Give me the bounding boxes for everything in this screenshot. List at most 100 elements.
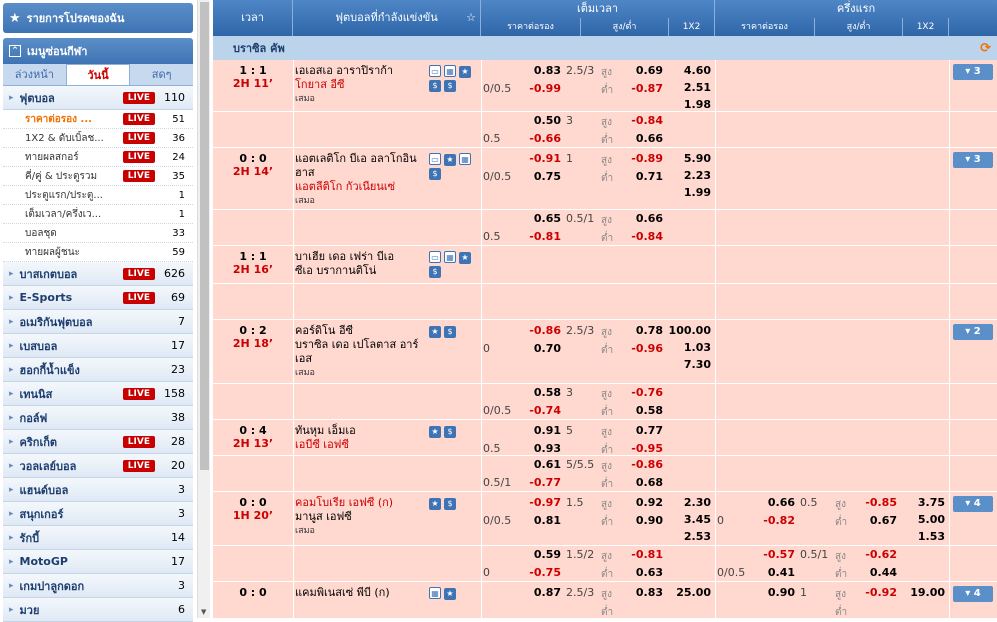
odds-1x2[interactable]: 2.30	[667, 496, 711, 509]
odds-away[interactable]: -0.74	[521, 404, 561, 417]
price-icon[interactable]: $	[429, 266, 441, 278]
sidebar-sport-item[interactable]: ▸ ฮอกกี้น้ำแข็ง 23	[3, 358, 193, 382]
sidebar-sport-item[interactable]: ▸ กอล์ฟ 38	[3, 406, 193, 430]
odds-home[interactable]: 0.58	[521, 386, 561, 399]
sidebar-sport-item[interactable]: ▸ มวย 6	[3, 598, 193, 622]
sidebar-sport-item[interactable]: ▸ แฮนด์บอล 3	[3, 478, 193, 502]
away-team[interactable]: มานูส เอฟซี	[295, 510, 435, 524]
sidebar-market-item[interactable]: ทายผลสกอร์ LIVE 24	[3, 148, 193, 167]
stats-icon[interactable]: ▦	[444, 251, 456, 263]
favorites-header[interactable]: ★ รายการโปรดของฉัน	[3, 3, 193, 33]
home-team[interactable]: ทันหุม เอ็มเอ	[295, 424, 435, 438]
sidebar-market-item[interactable]: ราคาต่อรอง ... LIVE 51	[3, 110, 193, 129]
odds-home[interactable]: 0.90	[755, 586, 795, 599]
odds-home[interactable]: 0.87	[521, 586, 561, 599]
odds-home[interactable]: 0.91	[521, 424, 561, 437]
odds-1x2[interactable]: 2.51	[667, 81, 711, 94]
odds-home[interactable]: -0.86	[521, 324, 561, 337]
odds-over[interactable]: 0.78	[621, 324, 663, 337]
odds-home[interactable]: 0.65	[521, 212, 561, 225]
odds-over[interactable]: -0.81	[621, 548, 663, 561]
home-team[interactable]: เอเอสเอ อาราปิราก้า	[295, 64, 435, 78]
odds-over[interactable]: -0.76	[621, 386, 663, 399]
sidebar-sport-item[interactable]: ▸ ฟุตบอล LIVE 110	[3, 86, 193, 110]
odds-over[interactable]: 0.66	[621, 212, 663, 225]
odds-away[interactable]: -0.82	[755, 514, 795, 527]
price-icon[interactable]: $	[444, 80, 456, 92]
sidebar-sport-item[interactable]: ▸ คริกเก็ต LIVE 28	[3, 430, 193, 454]
price-icon[interactable]: $	[429, 168, 441, 180]
odds-away[interactable]: -0.75	[521, 566, 561, 579]
odds-over[interactable]: 0.69	[621, 64, 663, 77]
sports-menu-header[interactable]: ⌃ เมนูซ่อนกีฬา	[3, 38, 193, 64]
odds-away[interactable]: 0.70	[521, 342, 561, 355]
odds-away[interactable]: 0.81	[521, 514, 561, 527]
sidebar-sport-item[interactable]: ▸ อเมริกันฟุตบอล 7	[3, 310, 193, 334]
favorite-star-icon[interactable]: ★	[459, 252, 471, 264]
sidebar-market-item[interactable]: คี่/คู่ & ประตูรวม LIVE 35	[3, 167, 193, 186]
odds-over[interactable]: 0.83	[621, 586, 663, 599]
favorite-star-icon[interactable]: ★	[459, 66, 471, 78]
sidebar-market-item[interactable]: ประตูแรก/ประตู... 1	[3, 186, 193, 205]
home-team[interactable]: คอมโบเรีย เอฟซี (ก)	[295, 496, 435, 510]
price-icon[interactable]: $	[444, 498, 456, 510]
sidebar-market-item[interactable]: เต็มเวลา/ครึ่งเว... 1	[3, 205, 193, 224]
odds-home[interactable]: 0.59	[521, 548, 561, 561]
sidebar-sport-item[interactable]: ▸ เกมปาลูกดอก 3	[3, 574, 193, 598]
sidebar-scrollbar[interactable]: ▼	[197, 0, 210, 618]
odds-under[interactable]: 0.68	[621, 476, 663, 489]
odds-1x2[interactable]: 2.23	[667, 169, 711, 182]
tab-live[interactable]: สดๆ	[130, 64, 193, 85]
odds-home[interactable]: -0.57	[755, 548, 795, 561]
favorite-star-icon[interactable]: ★	[429, 426, 441, 438]
favorite-star-icon[interactable]: ★	[429, 498, 441, 510]
odds-under[interactable]: 0.66	[621, 132, 663, 145]
favorite-star-icon[interactable]: ★	[429, 326, 441, 338]
stats-icon[interactable]: ▦	[444, 65, 456, 77]
more-markets-button[interactable]: ▾ 3	[953, 152, 993, 168]
scrollbar-thumb[interactable]	[200, 2, 209, 470]
odds-1x2[interactable]: 100.00	[667, 324, 711, 337]
away-team[interactable]: แอตลีติโก กัวเนียนเซ่	[295, 180, 435, 194]
away-team[interactable]: ซีเอ บรากานติโน่	[295, 264, 435, 278]
odds-away[interactable]: -0.66	[521, 132, 561, 145]
favorite-star-icon[interactable]: ★	[444, 154, 456, 166]
odds-1x2[interactable]: 3.45	[667, 513, 711, 526]
sidebar-sport-item[interactable]: ▸ E-Sports LIVE 69	[3, 286, 193, 310]
stats-icon[interactable]: ▦	[429, 587, 441, 599]
tv-icon[interactable]: ▭	[429, 251, 441, 263]
odds-under[interactable]: 0.90	[621, 514, 663, 527]
price-icon[interactable]: $	[444, 326, 456, 338]
favorite-star-icon[interactable]: ★	[444, 588, 456, 600]
stats-icon[interactable]: ▦	[459, 153, 471, 165]
odds-home[interactable]: -0.91	[521, 152, 561, 165]
odds-home[interactable]: 0.66	[755, 496, 795, 509]
home-team[interactable]: คอร์ดิโน อีซี	[295, 324, 435, 338]
odds-over[interactable]: -0.89	[621, 152, 663, 165]
odds-1x2[interactable]: 25.00	[667, 586, 711, 599]
scroll-down-icon[interactable]: ▼	[201, 608, 206, 616]
odds-home[interactable]: 0.83	[521, 64, 561, 77]
sidebar-market-item[interactable]: ทายผลผู้ชนะ 59	[3, 243, 193, 262]
odds-1x2[interactable]: 2.53	[667, 530, 711, 543]
odds-1x2[interactable]: 1.99	[667, 186, 711, 199]
odds-over[interactable]: -0.62	[855, 548, 897, 561]
odds-over[interactable]: -0.86	[621, 458, 663, 471]
odds-under[interactable]: -0.87	[621, 82, 663, 95]
more-markets-button[interactable]: ▾ 4	[953, 496, 993, 512]
sidebar-sport-item[interactable]: ▸ สนุกเกอร์ 3	[3, 502, 193, 526]
odds-1x2[interactable]: 4.60	[667, 64, 711, 77]
odds-over[interactable]: 0.92	[621, 496, 663, 509]
tv-icon[interactable]: ▭	[429, 153, 441, 165]
odds-away[interactable]: 0.93	[521, 442, 561, 455]
odds-under[interactable]: 0.58	[621, 404, 663, 417]
more-markets-button[interactable]: ▾ 2	[953, 324, 993, 340]
price-icon[interactable]: $	[429, 80, 441, 92]
more-markets-button[interactable]: ▾ 4	[953, 586, 993, 602]
odds-under[interactable]: -0.84	[621, 230, 663, 243]
tab-early[interactable]: ล่วงหน้า	[3, 64, 66, 85]
odds-1x2[interactable]: 7.30	[667, 358, 711, 371]
odds-under[interactable]: 0.71	[621, 170, 663, 183]
odds-away[interactable]: 0.75	[521, 170, 561, 183]
odds-1x2[interactable]: 5.00	[901, 513, 945, 526]
